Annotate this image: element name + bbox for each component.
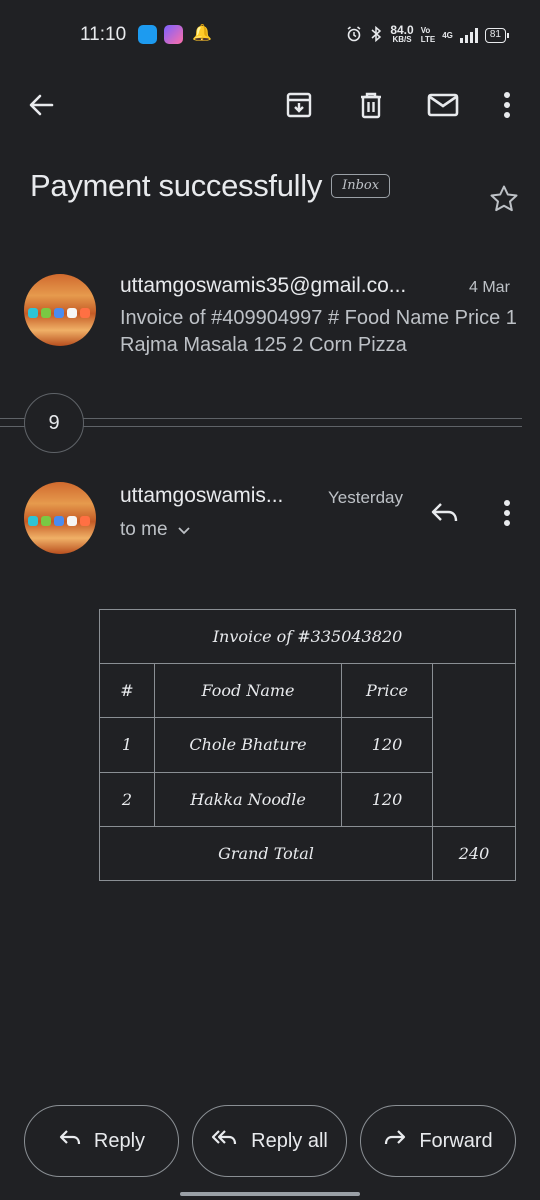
grand-total-value: 240 <box>432 825 516 882</box>
mark-unread-icon[interactable] <box>426 88 460 122</box>
volte-indicator: Vo LTE <box>420 26 436 44</box>
chevron-down-icon <box>177 519 190 541</box>
network-speed: 84.0 KB/S <box>390 23 414 44</box>
column-header: Price <box>341 663 433 719</box>
reply-all-button[interactable]: Reply all <box>192 1105 347 1177</box>
reply-all-icon <box>211 1128 239 1154</box>
table-row: Invoice of #335043820 <box>99 608 516 665</box>
bluetooth-icon <box>369 25 383 45</box>
message-date: 4 Mar <box>469 279 510 296</box>
archive-icon[interactable] <box>282 88 316 122</box>
invoice-table: Invoice of #335043820 # Food Name Price … <box>99 608 516 882</box>
reply-button[interactable]: Reply <box>24 1105 179 1177</box>
recipient-label: to me <box>120 519 168 540</box>
forward-label: Forward <box>419 1129 493 1152</box>
status-bar: 11:10 🔔 84.0 KB/S Vo LTE 4G 81 <box>0 0 540 70</box>
collapsed-messages-count[interactable]: 9 <box>24 393 84 453</box>
top-app-bar <box>0 80 540 130</box>
reply-all-label: Reply all <box>251 1129 328 1152</box>
table-cell: 120 <box>341 771 433 827</box>
forward-button[interactable]: Forward <box>360 1105 516 1177</box>
sender-name[interactable]: uttamgoswamis35@gmail.co... <box>120 274 406 298</box>
back-arrow-icon[interactable] <box>24 88 58 122</box>
table-cell: 2 <box>99 771 155 827</box>
reply-label: Reply <box>93 1129 146 1152</box>
table-cell: Chole Bhature <box>154 717 342 773</box>
column-header: # <box>99 663 155 719</box>
signal-icon <box>459 27 478 43</box>
sender-name[interactable]: uttamgoswamis... <box>120 484 283 508</box>
delete-icon[interactable] <box>354 88 388 122</box>
reply-icon[interactable] <box>426 494 464 532</box>
avatar[interactable] <box>24 274 96 346</box>
message-actions: Reply Reply all Forward <box>24 1105 516 1177</box>
table-row: Grand Total 240 <box>99 825 516 882</box>
subject-row: Payment successfully Inbox <box>30 163 520 209</box>
table-row: # Food Name Price <box>99 663 516 827</box>
star-icon[interactable] <box>488 183 520 220</box>
grand-total-label: Grand Total <box>99 825 433 882</box>
table-cell: Hakka Noodle <box>154 771 342 827</box>
invoice-title: Invoice of #335043820 <box>99 608 516 665</box>
bell-icon: 🔔 <box>192 25 212 42</box>
battery-icon: 81 <box>484 27 510 43</box>
app-notification-icon <box>138 25 157 44</box>
column-header: Food Name <box>154 663 342 719</box>
status-time: 11:10 <box>80 24 127 45</box>
gesture-bar[interactable] <box>180 1192 360 1196</box>
avatar[interactable] <box>24 482 96 554</box>
recipient-details[interactable]: to me <box>120 519 190 541</box>
email-subject: Payment successfully <box>30 168 323 203</box>
message-date: Yesterday <box>328 488 403 507</box>
forward-icon <box>383 1128 407 1154</box>
more-vert-icon[interactable] <box>494 496 520 530</box>
label-chip[interactable]: Inbox <box>331 174 391 198</box>
app-notification-icon <box>164 25 183 44</box>
reply-icon <box>58 1128 82 1154</box>
network-type: 4G <box>442 30 453 40</box>
more-vert-icon[interactable] <box>490 88 524 122</box>
alarm-icon <box>346 25 362 45</box>
table-cell: 120 <box>341 717 433 773</box>
status-indicators: 84.0 KB/S Vo LTE 4G 81 <box>346 20 510 50</box>
table-cell: 1 <box>99 717 155 773</box>
message-snippet[interactable]: Invoice of #409904997 # Food Name Price … <box>120 305 520 359</box>
empty-cell <box>432 663 516 827</box>
